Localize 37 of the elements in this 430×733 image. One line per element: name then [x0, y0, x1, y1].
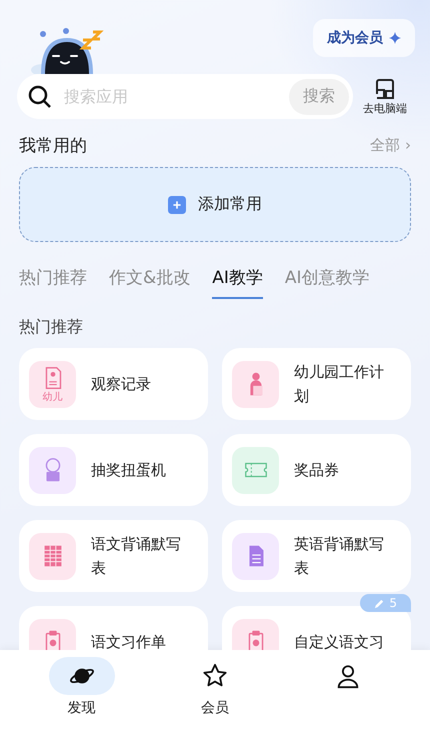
- app-name: 奖品券: [294, 460, 340, 481]
- app-card[interactable]: 奖品券: [222, 434, 411, 506]
- app-icon: [232, 532, 279, 580]
- nav-tab[interactable]: 会员: [164, 650, 265, 733]
- app-card[interactable]: 自定义语文习: [222, 606, 411, 650]
- nav-tab[interactable]: 发现: [32, 650, 132, 733]
- app-icon: 幼儿: [29, 360, 76, 408]
- plus-icon: [168, 196, 186, 214]
- star-icon: [202, 663, 228, 689]
- count-badge: 5: [360, 594, 411, 612]
- app-card[interactable]: 抽奖扭蛋机: [19, 434, 208, 506]
- desktop-link[interactable]: 去电脑端: [359, 77, 411, 116]
- app-name: 幼儿园工作计划: [294, 362, 385, 407]
- add-favorite-button[interactable]: 添加常用: [19, 167, 411, 242]
- app-name: 自定义语文习: [294, 632, 385, 650]
- category-tab[interactable]: AI教学: [212, 262, 263, 299]
- membership-button[interactable]: 成为会员: [313, 19, 415, 57]
- app-name: 英语背诵默写表: [294, 534, 385, 579]
- app-icon: [29, 446, 76, 494]
- app-name: 语文习作单: [91, 632, 167, 650]
- section-title: 热门推荐: [19, 317, 84, 338]
- app-card[interactable]: 语文背诵默写表: [19, 520, 208, 592]
- section-title: 我常用的: [19, 134, 87, 156]
- app-card[interactable]: 语文习作单: [19, 606, 208, 650]
- app-card[interactable]: 幼儿园工作计划: [222, 348, 411, 420]
- app-name: 观察记录: [91, 374, 152, 395]
- app-card[interactable]: 幼儿 观察记录: [19, 348, 208, 420]
- app-name: 抽奖扭蛋机: [91, 460, 167, 481]
- pencil-icon: [374, 598, 386, 608]
- search-icon: [28, 84, 52, 108]
- app-name: 语文背诵默写表: [91, 534, 182, 579]
- app-icon: [29, 532, 76, 580]
- app-card[interactable]: 英语背诵默写表: [222, 520, 411, 592]
- app-icon: [232, 360, 279, 408]
- monitor-icon: [373, 77, 397, 101]
- sparkle-icon: [389, 32, 401, 44]
- app-icon: [232, 446, 279, 494]
